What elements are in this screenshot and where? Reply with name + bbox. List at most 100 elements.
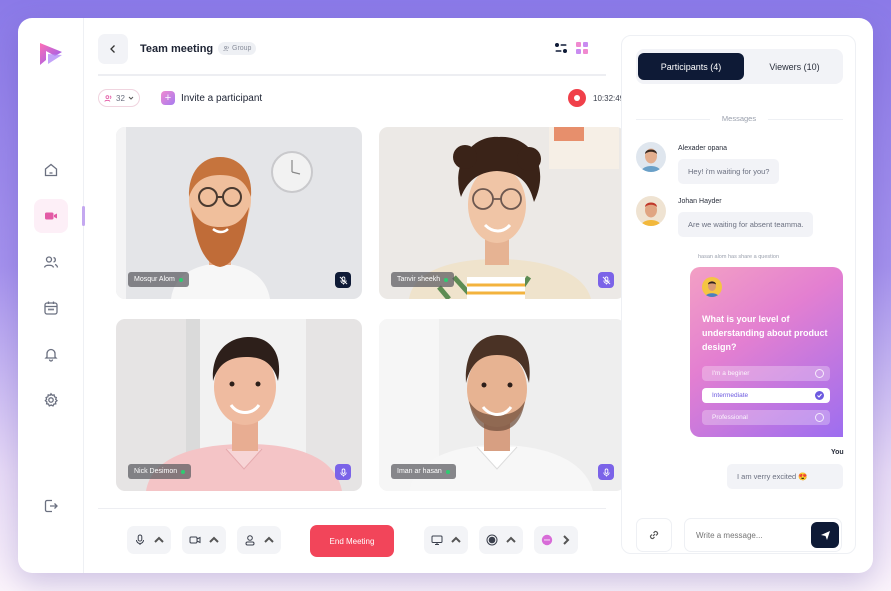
participant-count: 32 bbox=[116, 93, 125, 103]
chat-control-button[interactable] bbox=[534, 526, 578, 554]
sidebar-item-calendar[interactable] bbox=[34, 291, 68, 325]
poll-card: What is your level of understanding abou… bbox=[690, 267, 843, 437]
poll-question: What is your level of understanding abou… bbox=[702, 314, 828, 352]
record-icon bbox=[486, 534, 497, 546]
poll-option-label: Intermediate bbox=[712, 392, 749, 399]
chevron-up-icon[interactable] bbox=[450, 534, 462, 546]
group-label: Group bbox=[232, 45, 252, 52]
video-tile[interactable]: Mosqur Alom bbox=[116, 127, 362, 299]
group-badge: Group bbox=[218, 42, 257, 55]
poll-option-label: Professional bbox=[712, 414, 748, 421]
camera-control-button[interactable] bbox=[182, 526, 226, 554]
monitor-icon bbox=[431, 535, 442, 545]
screen-share-button[interactable] bbox=[424, 526, 468, 554]
avatar[interactable] bbox=[636, 142, 666, 172]
avatar-image bbox=[636, 142, 666, 172]
participant-name: Mosqur Alom bbox=[134, 276, 175, 283]
mic-off-icon bbox=[339, 275, 347, 285]
mic-icon bbox=[339, 467, 347, 477]
sidebar-item-home[interactable] bbox=[34, 153, 68, 187]
message-author: Johan Hayder bbox=[678, 198, 722, 205]
video-camera-icon bbox=[45, 212, 57, 220]
sidebar-item-settings[interactable] bbox=[34, 383, 68, 417]
chevron-down-icon bbox=[128, 96, 134, 100]
sidebar-item-notifications[interactable] bbox=[34, 337, 68, 371]
mic-toggle-button[interactable] bbox=[598, 464, 614, 480]
video-tile[interactable]: Tanvir sheekh bbox=[379, 127, 625, 299]
participant-name: Iman ar hasan bbox=[397, 468, 442, 475]
users-icon bbox=[104, 94, 112, 102]
plus-icon[interactable]: + bbox=[161, 91, 175, 105]
poll-option[interactable]: Intermediate bbox=[702, 388, 830, 403]
radio-icon bbox=[815, 413, 824, 422]
chevron-up-icon[interactable] bbox=[505, 534, 517, 546]
record-dot-icon bbox=[574, 95, 580, 101]
message-bubble: Are we waiting for absent teamma. bbox=[678, 212, 814, 237]
you-label: You bbox=[831, 449, 844, 456]
avatar-image bbox=[702, 277, 722, 297]
chevron-up-icon[interactable] bbox=[208, 534, 220, 546]
users-icon bbox=[43, 256, 59, 268]
mic-toggle-button[interactable] bbox=[335, 272, 351, 288]
participant-count-dropdown[interactable]: 32 bbox=[98, 89, 140, 107]
user-icon bbox=[245, 535, 254, 546]
participant-name-tag: Tanvir sheekh bbox=[391, 272, 455, 287]
online-status-icon bbox=[445, 469, 450, 474]
tab-participants[interactable]: Participants (4) bbox=[638, 53, 744, 80]
send-button[interactable] bbox=[811, 522, 839, 548]
participant-name-tag: Mosqur Alom bbox=[128, 272, 189, 287]
back-button[interactable] bbox=[98, 34, 128, 64]
user-control-button[interactable] bbox=[237, 526, 281, 554]
mic-control-button[interactable] bbox=[127, 526, 171, 554]
poll-option[interactable]: Professional bbox=[702, 410, 830, 425]
chat-bubble-icon bbox=[541, 534, 552, 546]
messages-label: Messages bbox=[710, 114, 768, 123]
logout-icon bbox=[44, 499, 58, 513]
poll-option-label: I'm a beginer bbox=[712, 370, 750, 377]
video-camera-icon bbox=[189, 536, 200, 544]
panel-tabs: Participants (4) Viewers (10) bbox=[636, 49, 843, 84]
participant-name: Tanvir sheekh bbox=[397, 276, 441, 283]
poll-option[interactable]: I'm a beginer bbox=[702, 366, 830, 381]
record-control-button[interactable] bbox=[479, 526, 523, 554]
video-tile[interactable]: Iman ar hasan bbox=[379, 319, 625, 491]
avatar bbox=[702, 277, 722, 297]
chevron-right-icon[interactable] bbox=[560, 534, 572, 546]
chevron-up-icon[interactable] bbox=[153, 534, 165, 546]
end-meeting-button[interactable]: End Meeting bbox=[310, 525, 394, 557]
avatar[interactable] bbox=[636, 196, 666, 226]
grid-view-icon[interactable] bbox=[576, 42, 588, 54]
logout-button[interactable] bbox=[34, 489, 68, 523]
chevron-up-icon[interactable] bbox=[263, 534, 275, 546]
sidebar bbox=[18, 18, 85, 573]
app-window: Team meeting Group 32 + Invite a partici… bbox=[18, 18, 873, 573]
attach-link-button[interactable] bbox=[636, 518, 672, 552]
avatar-image bbox=[636, 196, 666, 226]
chevron-left-icon bbox=[110, 45, 115, 53]
app-logo-icon[interactable] bbox=[37, 40, 65, 68]
home-icon bbox=[44, 163, 58, 177]
meeting-area: Team meeting Group 32 + Invite a partici… bbox=[84, 18, 625, 573]
invite-participant-button[interactable]: Invite a participant bbox=[181, 93, 262, 104]
sidebar-item-meeting[interactable] bbox=[34, 199, 68, 233]
online-status-icon bbox=[444, 277, 449, 282]
video-tile[interactable]: Nick Desimon bbox=[116, 319, 362, 491]
controls-divider bbox=[98, 508, 606, 509]
sidebar-item-users[interactable] bbox=[34, 245, 68, 279]
mic-toggle-button[interactable] bbox=[598, 272, 614, 288]
page-title: Team meeting bbox=[140, 43, 214, 55]
mic-off-icon bbox=[602, 275, 610, 285]
record-button[interactable] bbox=[568, 89, 586, 107]
radio-icon bbox=[815, 369, 824, 378]
radio-checked-icon bbox=[815, 391, 824, 400]
mic-icon bbox=[135, 534, 144, 545]
bell-icon bbox=[44, 348, 58, 362]
gear-icon bbox=[44, 392, 58, 407]
share-note: hasan alom has share a question bbox=[698, 254, 780, 260]
participant-name: Nick Desimon bbox=[134, 468, 178, 475]
participant-name-tag: Nick Desimon bbox=[128, 464, 192, 479]
tab-viewers[interactable]: Viewers (10) bbox=[748, 53, 841, 80]
send-icon bbox=[820, 530, 830, 540]
mic-toggle-button[interactable] bbox=[335, 464, 351, 480]
speaker-view-icon[interactable] bbox=[554, 42, 568, 54]
